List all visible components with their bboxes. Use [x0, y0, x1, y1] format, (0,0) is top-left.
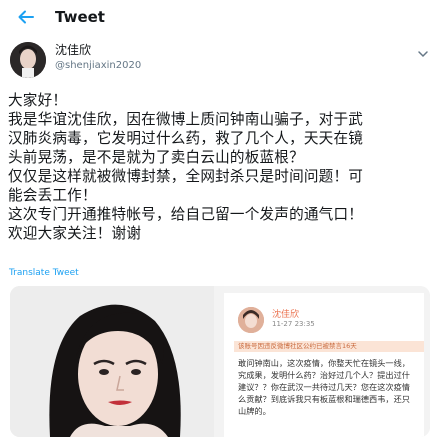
display-name[interactable]: 沈佳欣 [55, 43, 91, 57]
mini-line: 山牌的。 [238, 406, 271, 416]
chevron-down-icon[interactable] [416, 46, 430, 60]
mini-line: 敢问钟南山，这次疫情，你整天忙在镜头一线， [238, 358, 410, 368]
translate-tweet-link[interactable]: Translate Tweet [9, 268, 79, 278]
tweet-line: 能会丢工作！ [8, 187, 97, 204]
mini-avatar [238, 307, 264, 333]
page-title: Tweet [55, 8, 105, 26]
post-card: 沈佳欣 11-27 23:35 该账号因违反微博社区公约已被禁言16天 敢问钟南… [224, 293, 424, 437]
ban-notice: 该账号因违反微博社区公约已被禁言16天 [234, 341, 424, 352]
avatar[interactable] [10, 42, 46, 78]
tweet-line: 大家好！ [8, 92, 68, 109]
tweet-line: 欢迎大家关注！谢谢 [8, 225, 142, 242]
tweet-line: 汉肺炎病毒，它发明过什么药，救了几个人，天天在镜 [8, 130, 364, 147]
weibo-screenshot[interactable]: 沈佳欣 11-27 23:35 该账号因违反微博社区公约已被禁言16天 敢问钟南… [214, 286, 430, 437]
mini-line: 建议？？你在武汉一共待过几天？您在这次疫情 [238, 382, 410, 392]
portrait-photo[interactable] [10, 286, 214, 437]
top-bar: Tweet [0, 0, 440, 34]
mini-line: 究成果，发明什么药？治好过几个人？提出过什 [238, 370, 410, 380]
tweet-text: 大家好！ 我是华谊沈佳欣，因在微博上质问钟南山骗子，对于武 汉肺炎病毒，它发明过… [8, 91, 436, 243]
tweet-line: 这次专门开通推特帐号，给自己留一个发声的通气口！ [8, 206, 364, 223]
mini-name: 沈佳欣 [272, 310, 300, 320]
mini-date: 11-27 23:35 [272, 320, 315, 328]
mini-line: 么贡献？到底诉我只有板蓝根和瑞德西韦，还只 [238, 394, 410, 404]
user-handle[interactable]: @shenjiaxin2020 [55, 60, 141, 72]
media-attachment[interactable]: 沈佳欣 11-27 23:35 该账号因违反微博社区公约已被禁言16天 敢问钟南… [10, 286, 430, 437]
arrow-left-icon[interactable] [16, 7, 36, 27]
tweet-line: 头前晃荡，是不是就为了卖白云山的板蓝根？ [8, 149, 304, 166]
tweet-line: 仅仅是这样就被微博封禁，全网封杀只是时间问题！可 [8, 168, 364, 185]
tweet-line: 我是华谊沈佳欣，因在微博上质问钟南山骗子，对于武 [8, 111, 364, 128]
mini-post-text: 敢问钟南山，这次疫情，你整天忙在镜头一线， 究成果，发明什么药？治好过几个人？提… [238, 357, 430, 417]
